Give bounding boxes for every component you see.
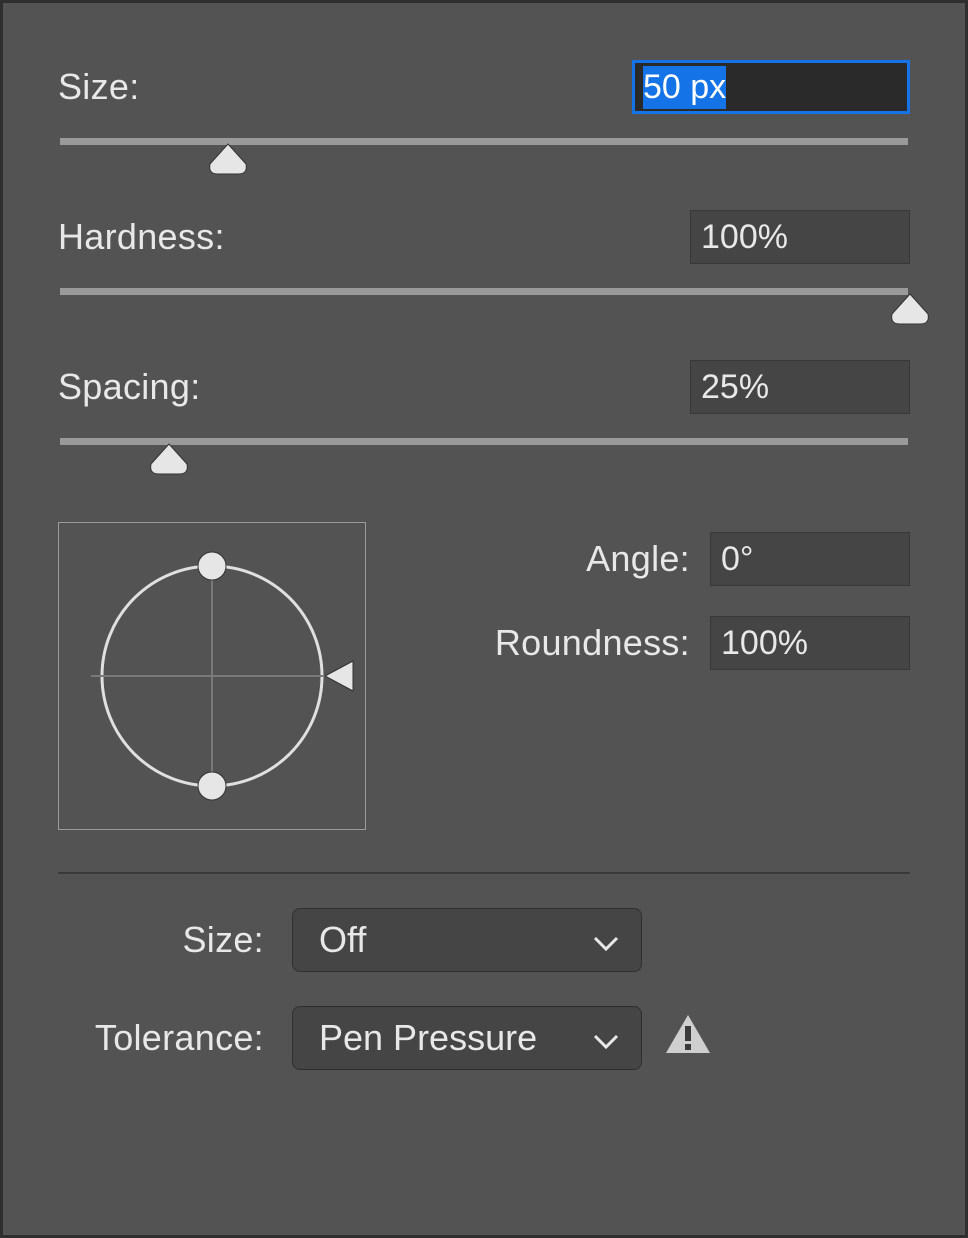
angle-label: Angle: (390, 538, 690, 580)
chevron-down-icon (593, 919, 619, 961)
size-label: Size: (58, 66, 140, 108)
spacing-slider[interactable] (58, 432, 910, 492)
size-row: Size: 50 px (58, 60, 910, 114)
angle-field[interactable]: 0° (710, 532, 910, 586)
angle-roundness-block: Angle: 0° Roundness: 100% (58, 522, 910, 830)
warning-icon (664, 1012, 712, 1065)
spacing-field[interactable]: 25% (690, 360, 910, 414)
size-value: 50 px (643, 66, 726, 109)
roundness-field[interactable]: 100% (710, 616, 910, 670)
brush-angle-widget[interactable] (58, 522, 366, 830)
brush-settings-panel: Size: 50 px Hardness: 100% Spacing: 25% (0, 0, 968, 1238)
size-field[interactable]: 50 px (632, 60, 910, 114)
panel-separator (58, 872, 910, 874)
dynamics-tolerance-label: Tolerance: (58, 1017, 264, 1059)
dynamics-tolerance-select[interactable]: Pen Pressure (292, 1006, 642, 1070)
chevron-down-icon (593, 1017, 619, 1059)
spacing-value: 25% (701, 368, 769, 407)
spacing-slider-thumb[interactable] (147, 442, 191, 476)
dynamics-tolerance-row: Tolerance: Pen Pressure (58, 1006, 910, 1070)
hardness-slider-thumb[interactable] (888, 292, 932, 326)
dynamics-size-label: Size: (58, 919, 264, 961)
roundness-label: Roundness: (390, 622, 690, 664)
angle-row: Angle: 0° (390, 532, 910, 586)
spacing-row: Spacing: 25% (58, 360, 910, 414)
hardness-value: 100% (701, 218, 788, 257)
dynamics-size-selected: Off (319, 919, 366, 961)
hardness-slider[interactable] (58, 282, 910, 342)
dynamics-tolerance-selected: Pen Pressure (319, 1017, 537, 1059)
size-slider[interactable] (58, 132, 910, 192)
roundness-value: 100% (721, 624, 808, 663)
hardness-field[interactable]: 100% (690, 210, 910, 264)
roundness-row: Roundness: 100% (390, 616, 910, 670)
hardness-label: Hardness: (58, 216, 225, 258)
hardness-row: Hardness: 100% (58, 210, 910, 264)
dynamics-size-select[interactable]: Off (292, 908, 642, 972)
angle-value: 0° (721, 540, 754, 579)
dynamics-size-row: Size: Off (58, 908, 910, 972)
spacing-label: Spacing: (58, 366, 201, 408)
size-slider-thumb[interactable] (206, 142, 250, 176)
